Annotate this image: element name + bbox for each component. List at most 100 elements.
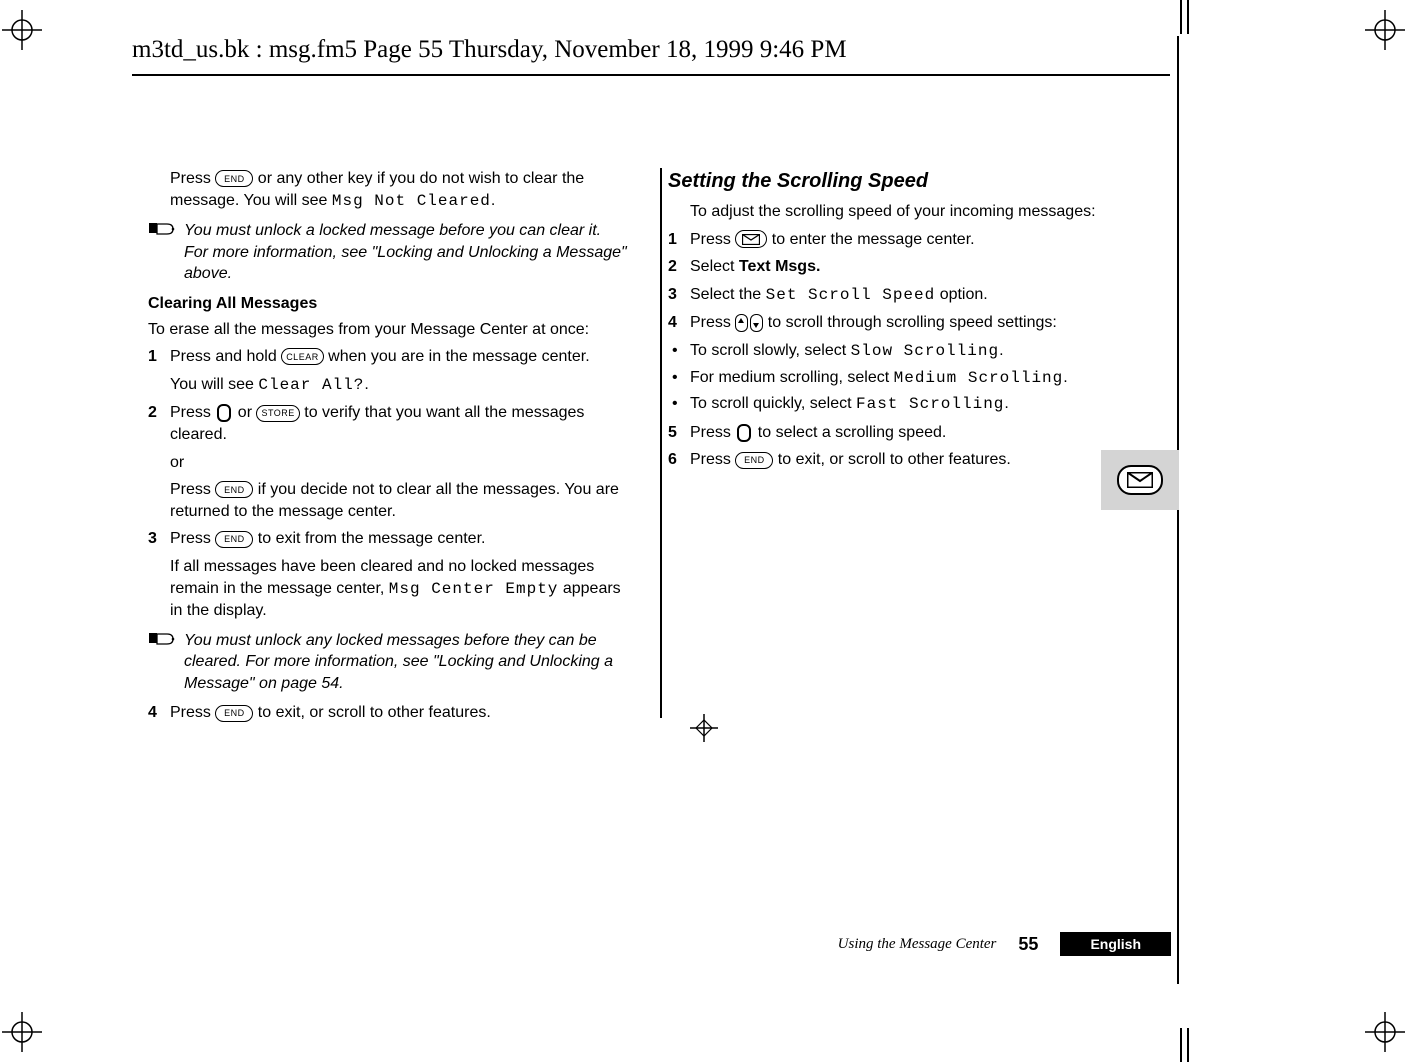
screen-text: Fast Scrolling — [856, 395, 1004, 413]
text: when you are in the message center. — [328, 348, 590, 365]
text: . — [1004, 395, 1008, 412]
text: To scroll quickly, select — [690, 395, 856, 412]
step: 2 Press or STORE to verify that you want… — [148, 402, 628, 522]
page-number: 55 — [1018, 934, 1038, 955]
text: or — [170, 452, 628, 474]
text: to enter the message center. — [772, 231, 975, 248]
text: to exit, or scroll to other features. — [778, 451, 1011, 468]
text: Press — [170, 170, 215, 187]
footer-section-title: Using the Message Center — [838, 936, 997, 953]
text: to exit, or scroll to other features. — [258, 704, 491, 721]
softkey-icon — [737, 424, 751, 442]
clear-key-icon: CLEAR — [281, 348, 324, 365]
end-key-icon: END — [215, 170, 253, 187]
note: You must unlock a locked message before … — [148, 220, 628, 285]
note-text: You must unlock a locked message before … — [184, 220, 628, 285]
end-key-icon: END — [735, 452, 773, 469]
step: 3 Press END to exit from the message cen… — [148, 528, 628, 621]
note-hand-icon — [148, 630, 176, 695]
text: Press — [170, 704, 215, 721]
text: to scroll through scrolling speed settin… — [768, 314, 1057, 331]
list-item: To scroll quickly, select Fast Scrolling… — [668, 393, 1148, 416]
crop-mark-icon — [1180, 1028, 1182, 1062]
screen-text: Slow Scrolling — [851, 342, 999, 360]
text: Press — [690, 451, 735, 468]
text: Select the — [690, 286, 766, 303]
text: or — [238, 404, 257, 421]
steps-list: 1 Press and hold CLEAR when you are in t… — [148, 346, 628, 622]
content-columns: Press END or any other key if you do not… — [148, 168, 1168, 730]
steps-list: 4 Press END to exit, or scroll to other … — [148, 702, 628, 724]
screen-text: Set Scroll Speed — [766, 286, 936, 304]
text: . — [491, 192, 495, 209]
crop-mark-icon — [1180, 0, 1182, 34]
left-column: Press END or any other key if you do not… — [148, 168, 628, 730]
paragraph: Press END or any other key if you do not… — [170, 168, 628, 212]
end-key-icon: END — [215, 705, 253, 722]
text: . — [1063, 369, 1067, 386]
text: Press — [170, 530, 215, 547]
text: To scroll slowly, select — [690, 342, 851, 359]
store-key-icon: STORE — [256, 405, 299, 422]
softkey-icon — [217, 404, 231, 422]
page-footer: Using the Message Center 55 English — [838, 932, 1171, 956]
steps-list: 1 Press to enter the message center. 2 S… — [668, 229, 1148, 334]
screen-text: Msg Not Cleared — [332, 192, 491, 210]
text: . — [999, 342, 1003, 359]
text: You will see — [170, 376, 258, 393]
step: 6 Press END to exit, or scroll to other … — [668, 449, 1148, 471]
list-item: To scroll slowly, select Slow Scrolling. — [668, 340, 1148, 363]
registration-mark-icon — [2, 1012, 42, 1052]
text: For medium scrolling, select — [690, 369, 894, 386]
text: to exit from the message center. — [258, 530, 486, 547]
screen-text: Msg Center Empty — [389, 580, 559, 598]
text: Press — [170, 481, 215, 498]
crop-mark-icon — [1187, 1028, 1189, 1062]
scroll-arrows-icon — [735, 314, 763, 332]
text: to select a scrolling speed. — [758, 424, 947, 441]
language-tag: English — [1060, 932, 1171, 956]
subheading: Clearing All Messages — [148, 293, 628, 315]
end-key-icon: END — [215, 481, 253, 498]
thumb-tab — [1101, 450, 1179, 510]
screen-text: Medium Scrolling — [894, 369, 1064, 387]
end-key-icon: END — [215, 531, 253, 548]
step: 1 Press and hold CLEAR when you are in t… — [148, 346, 628, 396]
envelope-icon — [1117, 465, 1163, 495]
list-item: For medium scrolling, select Medium Scro… — [668, 367, 1148, 390]
text: Press — [690, 231, 735, 248]
envelope-key-icon — [735, 230, 767, 248]
text: . — [364, 376, 368, 393]
text: Press — [170, 404, 215, 421]
note: You must unlock any locked messages befo… — [148, 630, 628, 695]
right-column: Setting the Scrolling Speed To adjust th… — [668, 168, 1148, 730]
text: Select — [690, 258, 739, 275]
step: 2 Select Text Msgs. — [668, 256, 1148, 278]
text: option. — [940, 286, 988, 303]
step: 4 Press to scroll through scrolling spee… — [668, 312, 1148, 334]
bullet-list: To scroll slowly, select Slow Scrolling.… — [668, 340, 1148, 416]
text-bold: Text Msgs. — [739, 258, 821, 275]
text: Press — [690, 424, 735, 441]
text: to verify that you want all the messages… — [170, 404, 584, 443]
registration-mark-icon — [2, 10, 42, 50]
screen-text: Clear All? — [258, 376, 364, 394]
step: 3 Select the Set Scroll Speed option. — [668, 284, 1148, 307]
step: 4 Press END to exit, or scroll to other … — [148, 702, 628, 724]
note-hand-icon — [148, 220, 176, 285]
crop-mark-icon — [1187, 0, 1189, 34]
registration-mark-icon — [1365, 1012, 1405, 1052]
steps-list: 5 Press to select a scrolling speed. 6 P… — [668, 422, 1148, 471]
text: Press — [690, 314, 735, 331]
text: Press and hold — [170, 348, 281, 365]
page: m3td_us.bk : msg.fm5 Page 55 Thursday, N… — [0, 0, 1407, 1062]
paragraph: To adjust the scrolling speed of your in… — [690, 201, 1148, 223]
section-heading: Setting the Scrolling Speed — [668, 168, 1148, 195]
running-header: m3td_us.bk : msg.fm5 Page 55 Thursday, N… — [132, 36, 847, 64]
header-rule — [132, 74, 1170, 76]
page-gutter-rule — [1177, 36, 1179, 984]
registration-mark-icon — [1365, 10, 1405, 50]
note-text: You must unlock any locked messages befo… — [184, 630, 628, 695]
step: 5 Press to select a scrolling speed. — [668, 422, 1148, 444]
paragraph: To erase all the messages from your Mess… — [148, 319, 628, 341]
